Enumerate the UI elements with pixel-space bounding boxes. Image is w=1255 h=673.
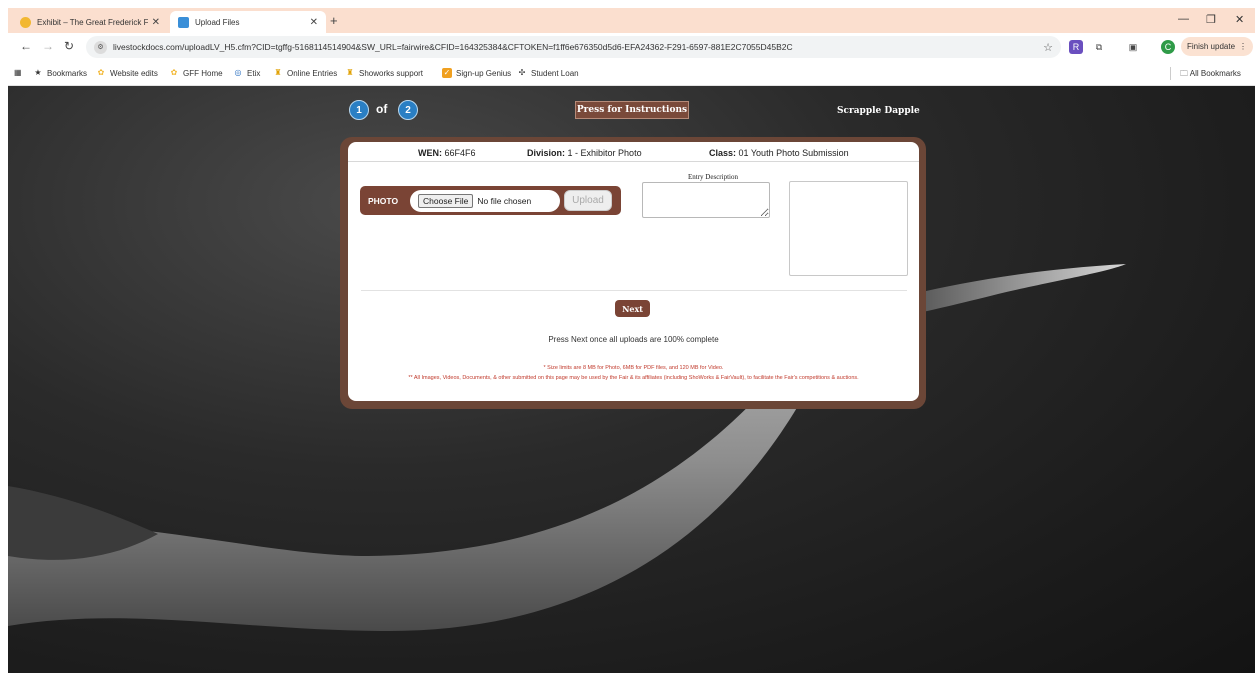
division-group: Division: 1 - Exhibitor Photo bbox=[527, 148, 642, 158]
finish-update-button[interactable]: Finish update ⋮ bbox=[1181, 37, 1253, 56]
class-group: Class: 01 Youth Photo Submission bbox=[709, 148, 849, 158]
restore-icon[interactable]: ❐ bbox=[1206, 13, 1216, 26]
finish-update-label: Finish update bbox=[1186, 42, 1236, 51]
extension-icon[interactable]: R bbox=[1069, 40, 1083, 54]
choose-file-button[interactable]: Choose File bbox=[418, 193, 474, 208]
loan-icon: ✣ bbox=[518, 68, 526, 77]
url-text: livestockdocs.com/uploadLV_H5.cfm?CID=tg… bbox=[113, 42, 793, 52]
entry-description-input[interactable] bbox=[642, 182, 770, 218]
address-bar[interactable]: ⚙ livestockdocs.com/uploadLV_H5.cfm?CID=… bbox=[86, 36, 1061, 58]
gff-favicon-icon bbox=[20, 16, 31, 28]
bookmarks-bar: ▦ ★ Bookmarks ✿ Website edits ✿ GFF Home ◎ E… bbox=[8, 61, 1255, 86]
tab-title: Upload Files bbox=[195, 17, 240, 27]
back-icon[interactable]: ← bbox=[20, 39, 32, 53]
all-bookmarks-button[interactable]: 🗀 All Bookmarks bbox=[1180, 68, 1241, 82]
forward-icon[interactable]: → bbox=[42, 39, 54, 53]
size-limits-note: * Size limits are 8 MB for Photo, 6MB fo… bbox=[543, 365, 724, 371]
apps-grid-icon[interactable]: ▦ bbox=[14, 68, 22, 77]
new-tab-icon[interactable]: + bbox=[330, 13, 338, 28]
instructions-button[interactable]: Press for Instructions bbox=[575, 101, 689, 119]
close-tab-icon[interactable]: ✕ bbox=[152, 17, 160, 28]
file-input[interactable]: Choose File No file chosen bbox=[410, 189, 560, 212]
divider bbox=[1170, 67, 1171, 80]
divider bbox=[361, 290, 907, 291]
etix-icon: ◎ bbox=[234, 68, 242, 77]
browser-window: Exhibit – The Great Frederick Fa ✕ Uploa… bbox=[8, 8, 1255, 673]
upload-favicon-icon bbox=[178, 16, 189, 28]
menu-dots-icon: ⋮ bbox=[1239, 42, 1248, 51]
bookmark-etix[interactable]: ◎ Etix bbox=[233, 68, 261, 78]
wen-group: WEN: 66F4F6 bbox=[418, 148, 476, 158]
entrant-name: Scrapple Dapple bbox=[837, 106, 920, 116]
upload-button[interactable]: Upload bbox=[564, 190, 612, 211]
next-button[interactable]: Next bbox=[615, 300, 650, 317]
upload-card: WEN: 66F4F6 Division: 1 - Exhibitor Phot… bbox=[348, 142, 919, 401]
signup-icon: ✓ bbox=[442, 68, 452, 78]
tab-strip: Exhibit – The Great Frederick Fa ✕ Uploa… bbox=[8, 8, 1255, 33]
step-total[interactable]: 2 bbox=[398, 100, 418, 120]
site-info-icon[interactable]: ⚙ bbox=[94, 40, 107, 54]
bookmark-bookmarks[interactable]: ★ Bookmarks bbox=[33, 68, 87, 78]
usage-rights-note: ** All Images, Videos, Documents, & othe… bbox=[408, 375, 859, 381]
press-next-text: Press Next once all uploads are 100% com… bbox=[548, 335, 719, 344]
photo-upload-box: PHOTO Choose File No file chosen Upload bbox=[360, 186, 621, 215]
gff-icon: ✿ bbox=[170, 68, 178, 77]
step-of-label: of bbox=[376, 102, 388, 116]
bookmark-showorks-support[interactable]: ♜ Showorks support bbox=[345, 68, 423, 78]
bookmark-signup-genius[interactable]: ✓ Sign-up Genius bbox=[442, 68, 511, 78]
trophy-icon: ♜ bbox=[346, 68, 354, 77]
puzzle-icon[interactable]: ⧉ bbox=[1092, 40, 1106, 54]
gff-icon: ✿ bbox=[97, 68, 105, 77]
side-panel-icon[interactable]: ▣ bbox=[1126, 40, 1140, 54]
minimize-icon[interactable]: — bbox=[1178, 13, 1189, 25]
star-icon: ★ bbox=[34, 68, 42, 77]
page-content: 1 of 2 Press for Instructions Scrapple D… bbox=[8, 86, 1255, 673]
entry-description-label: Entry Description bbox=[688, 173, 738, 181]
photo-preview bbox=[789, 181, 908, 276]
close-window-icon[interactable]: ✕ bbox=[1235, 13, 1244, 26]
address-row: ← → ↻ ⚙ livestockdocs.com/uploadLV_H5.cf… bbox=[8, 33, 1255, 61]
bookmark-website-edits[interactable]: ✿ Website edits bbox=[96, 68, 158, 78]
bookmark-gff-home[interactable]: ✿ GFF Home bbox=[169, 68, 223, 78]
profile-avatar[interactable]: C bbox=[1161, 40, 1175, 54]
close-tab-icon[interactable]: ✕ bbox=[310, 17, 318, 28]
folder-icon: 🗀 bbox=[1180, 69, 1188, 78]
reload-icon[interactable]: ↻ bbox=[64, 39, 74, 53]
photo-label: PHOTO bbox=[368, 195, 399, 206]
bookmark-student-loan[interactable]: ✣ Student Loan bbox=[517, 68, 579, 78]
tab-title: Exhibit – The Great Frederick Fa bbox=[37, 17, 148, 27]
bookmark-star-icon[interactable]: ☆ bbox=[1043, 41, 1053, 54]
entry-info-bar: WEN: 66F4F6 Division: 1 - Exhibitor Phot… bbox=[348, 142, 919, 162]
trophy-icon: ♜ bbox=[274, 68, 282, 77]
tab-exhibit[interactable]: Exhibit – The Great Frederick Fa ✕ bbox=[12, 11, 168, 33]
no-file-text: No file chosen bbox=[477, 195, 532, 206]
tab-upload-files[interactable]: Upload Files ✕ bbox=[170, 11, 326, 33]
bookmark-online-entries[interactable]: ♜ Online Entries bbox=[273, 68, 337, 78]
step-current: 1 bbox=[349, 100, 369, 120]
